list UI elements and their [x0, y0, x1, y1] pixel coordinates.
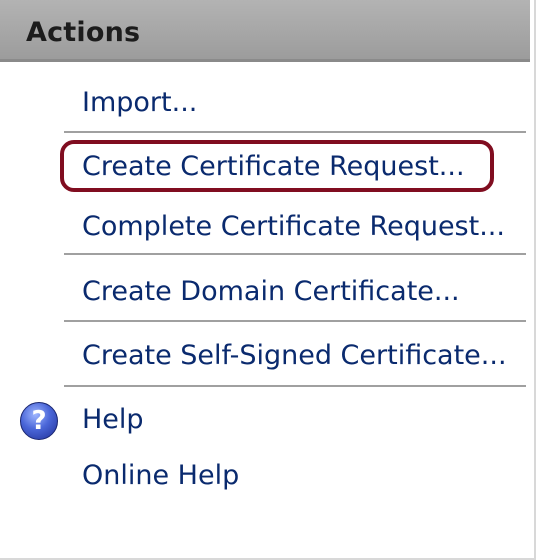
import-link[interactable]: Import...	[82, 86, 197, 120]
separator	[64, 320, 526, 322]
separator	[64, 385, 526, 387]
actions-pane: Actions Import... Create Certificate Req…	[0, 0, 536, 560]
actions-header: Actions	[0, 0, 530, 62]
separator	[64, 131, 526, 133]
help-icon: ?	[20, 402, 58, 440]
help-link[interactable]: Help	[82, 403, 144, 437]
create-self-signed-certificate-link[interactable]: Create Self-Signed Certificate...	[82, 339, 507, 373]
separator	[64, 253, 526, 255]
create-certificate-request-link[interactable]: Create Certificate Request...	[82, 150, 465, 184]
actions-title: Actions	[26, 17, 141, 48]
create-domain-certificate-link[interactable]: Create Domain Certificate...	[82, 275, 460, 309]
complete-certificate-request-link[interactable]: Complete Certificate Request...	[82, 210, 505, 244]
online-help-link[interactable]: Online Help	[82, 459, 239, 493]
